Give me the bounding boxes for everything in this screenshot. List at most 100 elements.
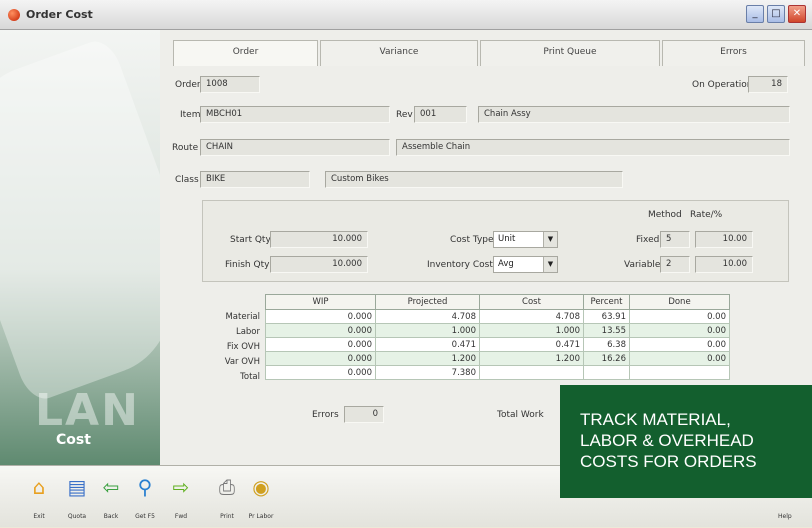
rate-header: Rate/% [690,210,723,220]
on-operation-field[interactable]: 18 [748,76,788,93]
route-description-field[interactable]: Assemble Chain [396,139,790,156]
table-cell[interactable]: 0.00 [629,323,730,338]
chevron-down-icon[interactable]: ▼ [543,232,557,247]
table-cell[interactable]: 0.00 [629,337,730,352]
fixed-rate-field[interactable]: 10.00 [695,231,753,248]
table-cell[interactable]: 4.708 [375,309,480,324]
rev-field[interactable]: 001 [414,106,467,123]
cost-grid: WIP Projected Cost Percent Done 0.000 4.7… [265,294,730,380]
forward-button[interactable]: ⇨ Fwd [166,466,196,528]
class-label: Class [175,175,199,185]
close-button[interactable]: ✕ [788,5,806,23]
document-icon: ▤ [67,475,87,499]
table-cell[interactable]: 6.38 [583,337,630,352]
pr-labor-button[interactable]: ◉ Pr Labor [246,466,276,528]
rev-label: Rev [396,110,413,120]
side-panel: LAN Cost [0,30,160,465]
route-label: Route [172,143,199,153]
table-cell[interactable]: 0.000 [265,351,376,366]
home-icon: ⌂ [32,475,46,499]
table-cell[interactable]: 63.91 [583,309,630,324]
order-label: Order [175,80,201,90]
row-label: Material [225,312,260,322]
column-header[interactable]: Cost [479,294,584,310]
variable-method-field[interactable]: 2 [660,256,690,273]
tab-order[interactable]: Order [173,40,318,66]
tab-strip: Order Variance Print Queue Errors [173,40,805,66]
table-cell[interactable]: 0.00 [629,351,730,366]
exit-button[interactable]: ⌂ Exit [24,466,54,528]
table-row: 0.000 7.380 [265,365,730,380]
app-icon [8,9,20,21]
table-cell[interactable]: 13.55 [583,323,630,338]
maximize-button[interactable]: □ [767,5,785,23]
print-button[interactable]: ⎙ Print [212,466,242,528]
help-button[interactable]: Help [778,513,792,520]
table-cell[interactable]: 1.200 [375,351,480,366]
get-f5-button[interactable]: ⚲ Get F5 [130,466,160,528]
table-cell[interactable]: 0.000 [265,365,376,380]
row-label: Total [240,372,260,382]
tab-variance[interactable]: Variance [320,40,478,66]
table-cell[interactable]: 4.708 [479,309,584,324]
cost-type-label: Cost Type [450,235,494,245]
item-description-field[interactable]: Chain Assy [478,106,790,123]
table-cell[interactable]: 0.000 [265,309,376,324]
class-description-field[interactable]: Custom Bikes [325,171,623,188]
tab-errors[interactable]: Errors [662,40,805,66]
errors-field[interactable]: 0 [344,406,384,423]
table-cell[interactable] [629,365,730,380]
promo-line: TRACK MATERIAL, [580,410,731,429]
forward-arrow-icon: ⇨ [172,475,190,499]
table-cell[interactable] [583,365,630,380]
table-cell[interactable]: 1.200 [479,351,584,366]
toolbar-label: Fwd [174,513,188,520]
row-label: Var OVH [224,357,260,367]
item-field[interactable]: MBCH01 [200,106,390,123]
start-qty-field[interactable]: 10.000 [270,231,368,248]
route-field[interactable]: CHAIN [200,139,390,156]
class-field[interactable]: BIKE [200,171,310,188]
table-cell[interactable]: 0.000 [265,323,376,338]
variable-rate-field[interactable]: 10.00 [695,256,753,273]
fixed-method-field[interactable]: 5 [660,231,690,248]
total-work-label: Total Work [497,410,544,420]
quota-button[interactable]: ▤ Quota [62,466,92,528]
order-field[interactable]: 1008 [200,76,260,93]
printer-icon: ⎙ [219,475,235,499]
column-header[interactable]: Done [629,294,730,310]
table-cell[interactable]: 0.471 [479,337,584,352]
finish-qty-field[interactable]: 10.000 [270,256,368,273]
table-row: 0.000 0.471 0.471 6.38 0.00 [265,337,730,352]
cost-type-value: Unit [498,234,516,244]
minimize-button[interactable]: _ [746,5,764,23]
table-cell[interactable]: 0.000 [265,337,376,352]
labor-icon: ◉ [252,475,270,499]
leaf-graphic [0,35,160,405]
start-qty-label: Start Qty [230,235,271,245]
row-label: Fix OVH [226,342,260,352]
toolbar-label: Exit [33,513,45,520]
variable-label: Variable [624,260,661,270]
method-header: Method [648,210,682,220]
table-cell[interactable]: 1.000 [479,323,584,338]
inventory-cost-select[interactable]: Avg ▼ [493,256,558,273]
column-header[interactable]: WIP [265,294,376,310]
table-row: 0.000 4.708 4.708 63.91 0.00 [265,309,730,324]
table-cell[interactable]: 16.26 [583,351,630,366]
table-cell[interactable]: 0.00 [629,309,730,324]
brand-logo: LAN [35,385,140,436]
chevron-down-icon[interactable]: ▼ [543,257,557,272]
column-header[interactable]: Percent [583,294,630,310]
tab-print-queue[interactable]: Print Queue [480,40,660,66]
back-button[interactable]: ⇦ Back [96,466,126,528]
window-title: Order Cost [26,8,93,21]
module-label: Cost [56,432,91,448]
cost-type-select[interactable]: Unit ▼ [493,231,558,248]
column-header[interactable]: Projected [375,294,480,310]
table-cell[interactable]: 1.000 [375,323,480,338]
table-cell[interactable]: 7.380 [375,365,480,380]
table-cell[interactable] [479,365,584,380]
table-row: 0.000 1.200 1.200 16.26 0.00 [265,351,730,366]
table-cell[interactable]: 0.471 [375,337,480,352]
